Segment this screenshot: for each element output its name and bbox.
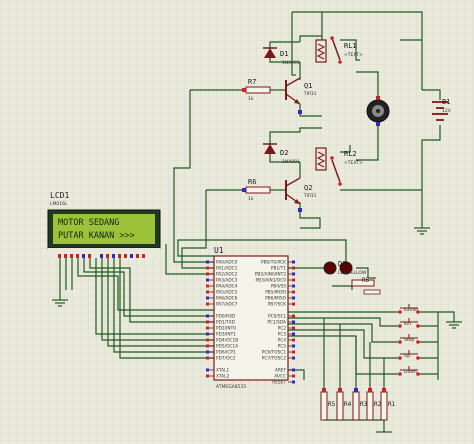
u1-pin-label-right: PB7/SCK [268, 302, 286, 308]
lcd-line-2: PUTAR KANAN >>> [58, 231, 135, 241]
push-button-label: Kiri [404, 321, 411, 327]
u1-pin-label-left: PA5/ADC5 [216, 290, 238, 296]
r6-value: 1k [248, 196, 254, 202]
u1-pin-label-left: PD0/RXD [216, 314, 236, 320]
u1-pin-label-right: AREF [275, 368, 287, 374]
u1-pin-label-right: PC0/SCL [268, 314, 287, 320]
push-button-label: Up [404, 353, 410, 359]
schematic-canvas: D1 1N4001 D2 1N4001 RL1 <TEXT> RL2 <TEXT… [0, 0, 474, 444]
u1-pin-label-right: PC6/TOSC1 [262, 350, 287, 356]
u1-pin-label-left: PA4/ADC4 [216, 284, 238, 290]
u1-pin-label-left: PA6/ADC6 [216, 296, 238, 302]
r5b-label: R5 [328, 401, 336, 408]
u1-pin-label-left: PA0/ADC0 [216, 260, 238, 266]
rl2-label: RL2 [344, 150, 357, 158]
r2-label: R2 [374, 401, 382, 408]
lcd-label: LCD1 [50, 191, 69, 200]
u1-pin-label-right: PB1/T1 [271, 266, 286, 272]
push-button-label: Stop [404, 337, 414, 343]
lcd-pins [58, 254, 145, 258]
push-button-label: Kanan [404, 307, 418, 313]
push-button-label: Down [404, 369, 417, 375]
u1-pin-label-right: AVCC [274, 374, 286, 380]
u1-pin-label-left: XTAL2 [216, 374, 229, 380]
u1-pin-label-left: PD2/INT0 [216, 326, 236, 332]
d3-part: LED-YELLOW [338, 270, 367, 276]
q1-label: Q1 [304, 82, 312, 90]
rl1-label: RL1 [344, 42, 357, 50]
r7-value: 1k [248, 96, 254, 102]
u1-pin-label-left: PA7/ADC7 [216, 302, 238, 308]
rl1-text: <TEXT> [344, 52, 363, 58]
q2-label: Q2 [304, 184, 312, 192]
u1-pin-label-right: RESET [272, 380, 286, 386]
u1-pin-label-left: PA3/ADC3 [216, 278, 238, 284]
u1-pin-label-right: PB4/SS [271, 284, 286, 290]
u1-pin-label-left: PA1/ADC1 [216, 266, 238, 272]
b1-label: B1 [442, 98, 450, 106]
microcontroller-u1: U1 PA0/ADC0PA1/ADC1PA2/ADC2PA3/ADC3PA4/A… [206, 246, 295, 390]
u1-label: U1 [214, 246, 224, 255]
d2-part: 1N4001 [282, 159, 300, 165]
r3-label: R3 [360, 401, 368, 408]
u1-pin-label-right: PC2 [278, 326, 287, 332]
d1-label: D1 [280, 50, 288, 58]
u1-pin-label-left: PD7/OC2 [216, 356, 235, 362]
u1-pin-label-right: PC1/SDA [267, 320, 286, 326]
u1-part: ATMEGA8535 [216, 384, 246, 390]
r7-label: R7 [248, 78, 256, 86]
q1-part: TIP31 [303, 91, 317, 97]
d3-label: D3 [338, 260, 346, 268]
rl2-text: <TEXT> [344, 160, 363, 166]
d1-part: 1N4001 [282, 60, 300, 66]
u1-pin-label-right: PC4 [278, 338, 287, 344]
u1-pin-label-left: PD5/OC1A [216, 344, 238, 350]
r6-label: R6 [248, 178, 256, 186]
d2-label: D2 [280, 149, 288, 157]
u1-pin-label-left: PD4/OC1B [216, 338, 238, 344]
u1-pin-label-left: PD6/ICP1 [216, 350, 236, 356]
u1-pin-label-right: PC3 [278, 332, 287, 338]
u1-pin-label-left: PA2/ADC2 [216, 272, 238, 278]
u1-pin-label-right: PC5 [278, 344, 287, 350]
u1-pin-label-left: XTAL1 [216, 368, 229, 374]
lcd-part: LM016L [50, 201, 68, 207]
u1-pin-label-left: PD3/INT1 [216, 332, 236, 338]
u1-pin-label-right: PB5/MOSI [265, 290, 286, 296]
schematic-diagram: D1 1N4001 D2 1N4001 RL1 <TEXT> RL2 <TEXT… [0, 0, 474, 444]
r5-label: R5 [362, 277, 370, 284]
b1-value: 12V [442, 108, 452, 114]
u1-pin-label-right: PC7/TOSC2 [262, 356, 287, 362]
u1-pin-label-right: PB6/MISO [265, 296, 286, 302]
u1-pin-label-right: PB3/AIN1/OC0 [256, 278, 287, 284]
u1-pin-label-right: PB0/T0/XCK [261, 260, 286, 266]
u1-pin-label-left: PD1/TXD [216, 320, 236, 326]
r4-label: R4 [344, 401, 352, 408]
r1-label: R1 [388, 401, 396, 408]
q2-part: TIP31 [303, 193, 317, 199]
lcd-line-1: MOTOR SEDANG [58, 218, 119, 228]
u1-pin-label-right: PB2/AIN0/INT2 [255, 272, 286, 278]
